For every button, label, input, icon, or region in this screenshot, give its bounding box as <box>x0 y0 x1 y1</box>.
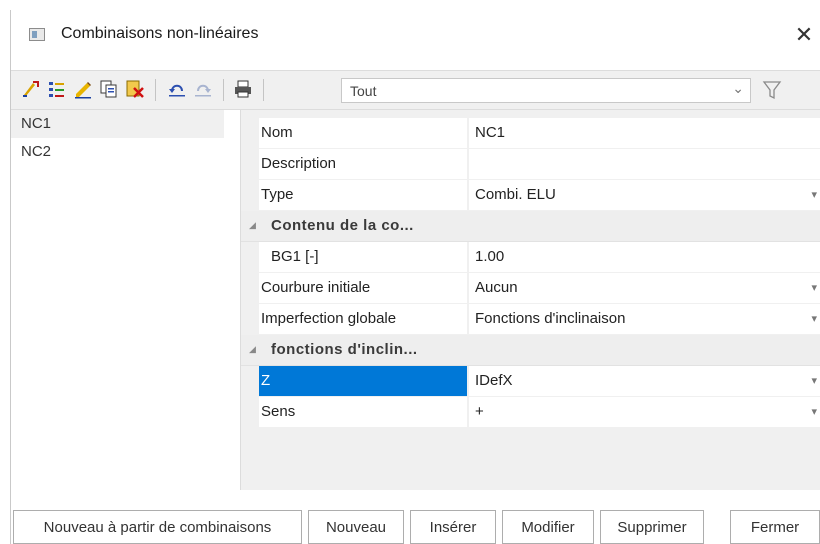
property-row-imperfection: Imperfection globale Fonctions d'inclina… <box>241 304 820 335</box>
property-row-type: Type Combi. ELU ▾ <box>241 180 820 211</box>
property-row-nom: Nom NC1 <box>241 118 820 149</box>
sens-value: + <box>475 403 484 420</box>
collapse-arrow-icon[interactable]: ◢ <box>249 344 256 355</box>
funnel-icon[interactable] <box>761 79 783 101</box>
close-button[interactable]: ✕ <box>787 18 820 52</box>
list-edit-icon[interactable] <box>47 79 67 99</box>
nom-field[interactable]: NC1 <box>468 118 820 149</box>
undo-icon[interactable] <box>167 79 187 99</box>
title-bar: Combinaisons non-linéaires ✕ <box>11 10 820 60</box>
chevron-down-icon: ⌄ <box>732 80 744 96</box>
property-label-selected[interactable]: Z <box>259 366 467 397</box>
list-item[interactable]: NC1 <box>11 110 224 138</box>
delete-button[interactable]: Supprimer <box>600 510 704 544</box>
toolbar-separator <box>155 79 156 101</box>
property-label: BG1 [-] <box>259 242 467 273</box>
collapse-arrow-icon[interactable]: ◢ <box>249 220 256 231</box>
description-field[interactable] <box>468 149 820 180</box>
filter-value: Tout <box>350 83 377 99</box>
new-from-combinations-button[interactable]: Nouveau à partir de combinaisons <box>13 510 302 544</box>
dropdown-arrow-icon[interactable]: ▾ <box>811 304 817 334</box>
row-gutter <box>241 180 259 211</box>
row-gutter <box>241 304 259 335</box>
toolbar-separator <box>263 79 264 101</box>
row-gutter <box>241 366 259 397</box>
bg1-field[interactable]: 1.00 <box>468 242 820 273</box>
dropdown-arrow-icon[interactable]: ▾ <box>811 180 817 210</box>
property-row-courbure: Courbure initiale Aucun ▾ <box>241 273 820 304</box>
property-row-description: Description <box>241 149 820 180</box>
toolbar-separator <box>223 79 224 101</box>
edit-pencil-icon[interactable] <box>73 79 93 99</box>
property-label: Courbure initiale <box>259 273 467 304</box>
row-gutter <box>241 149 259 180</box>
property-label: Imperfection globale <box>259 304 467 335</box>
property-label: Type <box>259 180 467 211</box>
courbure-value: Aucun <box>475 279 518 296</box>
combination-list: NC1 NC2 <box>11 110 241 490</box>
z-value: IDefX <box>475 372 513 389</box>
delete-icon[interactable] <box>125 79 145 99</box>
row-gutter <box>241 273 259 304</box>
toolbar: Tout ⌄ <box>11 70 820 110</box>
property-label: Sens <box>259 397 467 428</box>
z-select[interactable]: IDefX ▾ <box>468 366 820 397</box>
dropdown-arrow-icon[interactable]: ▾ <box>811 366 817 396</box>
category-fonctions: ◢ fonctions d'inclin... <box>241 335 820 366</box>
new-combination-icon[interactable] <box>21 79 41 99</box>
property-row-z: Z IDefX ▾ <box>241 366 820 397</box>
property-row-sens: Sens + ▾ <box>241 397 820 428</box>
property-label: Nom <box>259 118 467 149</box>
window-title: Combinaisons non-linéaires <box>61 25 259 42</box>
copy-icon[interactable] <box>99 79 119 99</box>
dropdown-arrow-icon[interactable]: ▾ <box>811 273 817 303</box>
type-select[interactable]: Combi. ELU ▾ <box>468 180 820 211</box>
close-dialog-button[interactable]: Fermer <box>730 510 820 544</box>
sens-select[interactable]: + ▾ <box>468 397 820 428</box>
redo-icon[interactable] <box>193 79 213 99</box>
new-button[interactable]: Nouveau <box>308 510 404 544</box>
app-window-icon <box>29 28 45 41</box>
row-gutter <box>241 397 259 428</box>
category-label: Contenu de la co... <box>271 217 414 234</box>
imperfection-value: Fonctions d'inclinaison <box>475 310 626 327</box>
property-grid: Nom NC1 Description Type Combi. ELU ▾ ◢ … <box>241 110 820 490</box>
insert-button[interactable]: Insérer <box>410 510 496 544</box>
dropdown-arrow-icon[interactable]: ▾ <box>811 397 817 427</box>
row-gutter <box>241 242 259 273</box>
modify-button[interactable]: Modifier <box>502 510 594 544</box>
list-item[interactable]: NC2 <box>11 138 240 166</box>
category-contenu: ◢ Contenu de la co... <box>241 211 820 242</box>
imperfection-select[interactable]: Fonctions d'inclinaison ▾ <box>468 304 820 335</box>
filter-dropdown[interactable]: Tout ⌄ <box>341 78 751 103</box>
type-value: Combi. ELU <box>475 186 556 203</box>
print-icon[interactable] <box>233 79 253 99</box>
row-gutter <box>241 118 259 149</box>
courbure-select[interactable]: Aucun ▾ <box>468 273 820 304</box>
category-label: fonctions d'inclin... <box>271 341 418 358</box>
property-row-bg1: BG1 [-] 1.00 <box>241 242 820 273</box>
dialog-window: Combinaisons non-linéaires ✕ Tout ⌄ NC1 … <box>10 10 820 544</box>
property-label: Description <box>259 149 467 180</box>
